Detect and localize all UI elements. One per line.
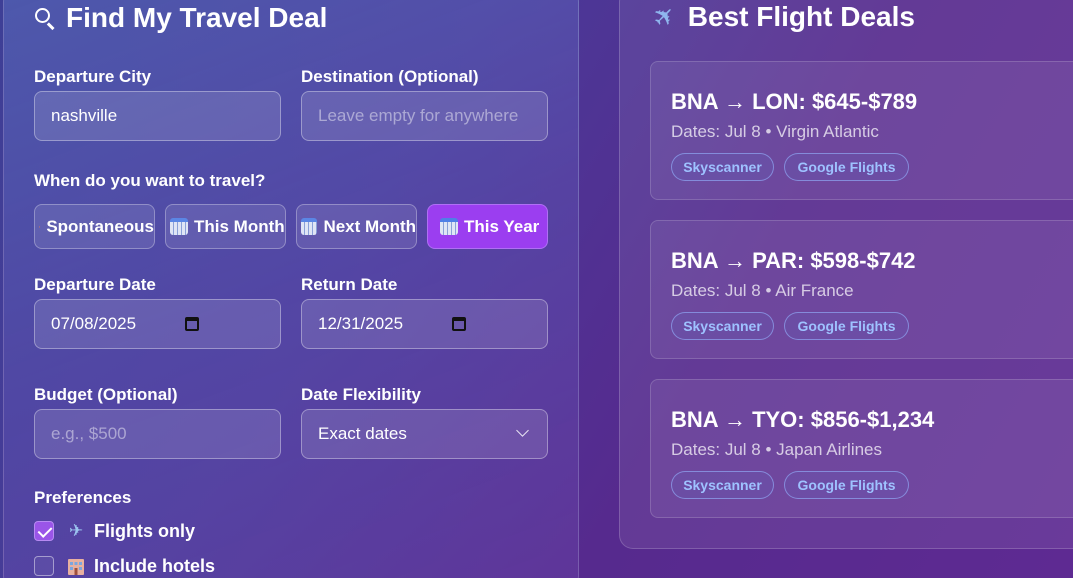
airplane-icon: ✈ bbox=[68, 521, 84, 541]
timeframe-label: This Month bbox=[194, 216, 285, 236]
deal-meta: Dates: Jul 8 • Japan Airlines bbox=[671, 440, 883, 459]
include-hotels-checkbox[interactable] bbox=[34, 556, 54, 576]
calendar-icon bbox=[170, 218, 188, 235]
date-flexibility-value: Exact dates bbox=[318, 424, 407, 443]
include-hotels-option[interactable]: Include hotels bbox=[66, 554, 215, 578]
deal-route: BNA → PAR: $598-$742 bbox=[671, 248, 916, 273]
deal-meta: Dates: Jul 8 • Air France bbox=[671, 281, 854, 300]
flights-only-label: Flights only bbox=[94, 520, 195, 541]
chevron-down-icon bbox=[516, 424, 529, 437]
skyscanner-link[interactable]: Skyscanner bbox=[671, 153, 774, 181]
calendar-icon bbox=[440, 218, 458, 235]
timeframe-next-month-button[interactable]: Next Month bbox=[296, 204, 417, 249]
form-title-text: Find My Travel Deal bbox=[66, 2, 328, 33]
destination-label: Destination (Optional) bbox=[301, 67, 479, 86]
departure-date-label: Departure Date bbox=[34, 275, 156, 294]
skyscanner-link[interactable]: Skyscanner bbox=[671, 471, 774, 499]
include-hotels-label: Include hotels bbox=[94, 555, 216, 576]
departure-date-value: 07/08/2025 bbox=[51, 314, 137, 333]
date-flexibility-label: Date Flexibility bbox=[301, 385, 421, 404]
preferences-label: Preferences bbox=[34, 488, 132, 507]
date-picker-icon[interactable] bbox=[185, 317, 199, 331]
deals-title: ✈ Best Flight Deals bbox=[647, 0, 915, 35]
return-date-value: 12/31/2025 bbox=[318, 314, 404, 333]
timeframe-this-month-button[interactable]: This Month bbox=[165, 204, 286, 249]
deal-card: BNA → PAR: $598-$742 Dates: Jul 8 • Air … bbox=[650, 220, 1073, 359]
deal-card: BNA → TYO: $856-$1,234 Dates: Jul 8 • Ja… bbox=[650, 379, 1073, 518]
google-flights-link[interactable]: Google Flights bbox=[784, 471, 909, 499]
lightning-icon bbox=[39, 225, 41, 228]
timeframe-label: Spontaneous bbox=[46, 216, 154, 236]
date-picker-icon[interactable] bbox=[452, 317, 466, 331]
return-date-input[interactable]: 12/31/2025 bbox=[301, 299, 548, 349]
calendar-icon bbox=[301, 218, 318, 235]
deal-route: BNA → LON: $645-$789 bbox=[671, 89, 918, 114]
google-flights-link[interactable]: Google Flights bbox=[784, 153, 909, 181]
skyscanner-link[interactable]: Skyscanner bbox=[671, 312, 774, 340]
departure-city-input[interactable]: nashville bbox=[34, 91, 281, 141]
deals-title-text: Best Flight Deals bbox=[687, 1, 915, 32]
deal-meta: Dates: Jul 8 • Virgin Atlantic bbox=[671, 122, 879, 141]
destination-input[interactable]: Leave empty for anywhere bbox=[301, 91, 548, 141]
timeframe-label: This Year bbox=[464, 216, 540, 236]
form-title: Find My Travel Deal bbox=[34, 2, 327, 34]
departure-city-label: Departure City bbox=[34, 67, 152, 86]
flights-only-checkbox[interactable] bbox=[34, 521, 54, 541]
budget-input[interactable]: e.g., $500 bbox=[34, 409, 281, 459]
timeframe-label: Next Month bbox=[323, 216, 416, 236]
date-flexibility-select[interactable]: Exact dates bbox=[301, 409, 548, 459]
when-label: When do you want to travel? bbox=[34, 171, 266, 190]
timeframe-spontaneous-button[interactable]: Spontaneous bbox=[34, 204, 155, 249]
deal-card: BNA → LON: $645-$789 Dates: Jul 8 • Virg… bbox=[650, 61, 1073, 200]
deal-route: BNA → TYO: $856-$1,234 bbox=[671, 407, 935, 432]
timeframe-this-year-button[interactable]: This Year bbox=[427, 204, 548, 249]
return-date-label: Return Date bbox=[301, 275, 398, 294]
google-flights-link[interactable]: Google Flights bbox=[784, 312, 909, 340]
search-icon bbox=[34, 7, 56, 30]
hotel-icon bbox=[68, 559, 84, 575]
flights-only-option[interactable]: ✈ Flights only bbox=[66, 519, 195, 543]
departure-date-input[interactable]: 07/08/2025 bbox=[34, 299, 281, 349]
budget-label: Budget (Optional) bbox=[34, 385, 178, 404]
